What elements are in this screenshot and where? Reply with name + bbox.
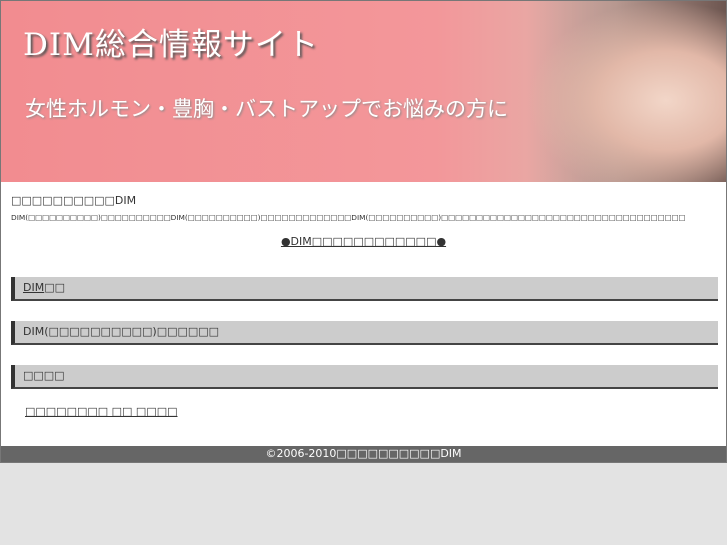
site-subtitle: 女性ホルモン・豊胸・バストアップでお悩みの方に xyxy=(25,97,508,121)
footer-copyright: ©2006-2010□□□□□□□□□□DIM xyxy=(1,446,726,462)
header-banner: DIM総合情報サイト 女性ホルモン・豊胸・バストアップでお悩みの方に xyxy=(1,1,726,182)
section-1-link[interactable]: DIM xyxy=(23,281,44,294)
page: DIM総合情報サイト 女性ホルモン・豊胸・バストアップでお悩みの方に □□□□□… xyxy=(0,0,727,463)
intro-line-1: □□□□□□□□□□DIM xyxy=(11,194,137,207)
intro-line-2: DIM(□□□□□□□□□□)□□□□□□□□□□DIM(□□□□□□□□□□)… xyxy=(11,213,686,222)
section-header-3: □□□□ xyxy=(11,365,718,389)
main-link[interactable]: ●DIM□□□□□□□□□□□□● xyxy=(281,235,446,248)
section-1-suffix: □□ xyxy=(44,281,66,294)
banner-photo xyxy=(526,1,726,182)
section-header-2: DIM(□□□□□□□□□□)□□□□□□ xyxy=(11,321,718,345)
site-title: DIM総合情報サイト xyxy=(23,27,319,63)
bottom-link[interactable]: □□□□□□□□ □□ □□□□ xyxy=(25,405,178,418)
section-header-1: DIM□□ xyxy=(11,277,718,301)
